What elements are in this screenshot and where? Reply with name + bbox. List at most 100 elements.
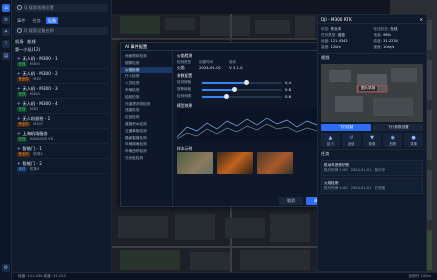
- sample-image[interactable]: [177, 152, 213, 174]
- slider-knob[interactable]: [231, 87, 237, 92]
- device-item[interactable]: ✈ 上海机场服务 在线 HAVASOR V6: [15, 130, 108, 144]
- detection-nav-item[interactable]: 车辆拥堵检测: [121, 141, 172, 148]
- task-meta-item: 执行时间 1:00: [324, 186, 348, 190]
- ai-config-dialog: AI 事件配置 ✕ 地面物体检测烟雾检测火焰检测行人检测人员检测车辆检测船舶检测…: [120, 42, 335, 208]
- video-section-title: 视频: [318, 53, 426, 62]
- control-button[interactable]: ▼ 降落: [362, 133, 382, 147]
- detection-nav: 地面物体检测 烟雾检测 火焰检测 行人检测 人员检测 车辆检测 船舶检测 河道漂浮物检测 违建检…: [121, 51, 173, 208]
- detection-nav-item[interactable]: 车辆违停检测: [121, 148, 172, 155]
- detection-nav-item[interactable]: 火焰检测: [121, 66, 172, 74]
- property-key: 在线状态:: [373, 27, 390, 31]
- device-item[interactable]: ✈ 无人机 - M300 - 2 作业中 M30: [15, 70, 108, 84]
- param-slider[interactable]: [202, 87, 282, 92]
- device-detail-panel: DJI - M300 RTK ✕ 状态: 作业中 在线状态: 在线 任务类型: 巡检…: [317, 14, 427, 272]
- device-item[interactable]: ✈ 无人机 - M300 - 3 在线 M300: [15, 85, 108, 99]
- tab-devices[interactable]: 设备: [45, 16, 59, 24]
- chart-icon[interactable]: ▤: [2, 52, 10, 60]
- group-header[interactable]: 第一小队(12): [15, 47, 108, 53]
- param-slider[interactable]: [202, 80, 282, 85]
- slider-value: 0.6: [285, 94, 292, 99]
- property-key: 电量:: [373, 33, 382, 37]
- device-meta: 作业中 M30T: [17, 122, 106, 127]
- detection-nav-item[interactable]: 路面裂缝检测: [121, 135, 172, 142]
- detection-nav-item[interactable]: 河道漂浮物检测: [121, 101, 172, 108]
- field-value: V 3.1.0: [229, 65, 243, 70]
- video-feed[interactable]: 图片机场: [321, 64, 423, 122]
- cancel-button[interactable]: 取消: [279, 197, 303, 205]
- slider-label: 检测间隔: [177, 94, 191, 98]
- detection-nav-item[interactable]: 船舶检测: [121, 94, 172, 101]
- slider-knob[interactable]: [223, 94, 229, 99]
- device-meta: 在线 M3D: [17, 107, 106, 112]
- close-icon[interactable]: ✕: [419, 15, 423, 23]
- property-key: 经度:: [321, 39, 330, 43]
- field-value: 火焰: [177, 65, 185, 70]
- task-meta-item: 已完成: [374, 186, 386, 190]
- property-value: 31.2234: [383, 39, 398, 43]
- device-panel: Q 搜索地理位置 事件 任务 设备 Q 搜索设备名称 机场 航线 第一小队(12…: [12, 0, 112, 280]
- flight-control-button[interactable]: 飞行控制: [321, 124, 371, 131]
- device-label: 无人机 - M300 - 1: [22, 56, 58, 61]
- property-item: 经度: 121.4342: [321, 39, 371, 44]
- detection-nav-item[interactable]: 道路积水检测: [121, 121, 172, 128]
- device-item[interactable]: ✈ 智能门 - 1 作业中 机场2: [15, 145, 108, 159]
- control-button[interactable]: ◉ 拍照: [383, 133, 403, 147]
- tab-events[interactable]: 事件: [15, 17, 27, 24]
- filter-route[interactable]: 航线: [27, 39, 35, 45]
- param-title: 参数配置: [177, 73, 193, 78]
- device-filter-input[interactable]: Q 搜索设备名称: [15, 27, 108, 35]
- takeoff-icon: ▲: [328, 135, 333, 141]
- task-card[interactable]: 火焰检测 执行时间 1:00 2024-01-01 已完成: [321, 178, 423, 194]
- alert-icon[interactable]: !: [2, 40, 10, 48]
- detection-nav-item[interactable]: 交通事故检测: [121, 128, 172, 135]
- device-item[interactable]: ✈ 无人机 - M300 - 4 在线 M3D: [15, 100, 108, 114]
- device-meta: 在线 HAVASOR V6: [17, 137, 106, 142]
- device-label: 无人机 - M300 - 3: [22, 86, 58, 91]
- detection-nav-item[interactable]: 行人检测: [121, 73, 172, 80]
- settings-icon[interactable]: ⚙: [2, 264, 10, 272]
- property-key: 任务类型:: [321, 33, 337, 37]
- device-model: HAVASOR V6: [29, 137, 53, 141]
- location-search-input[interactable]: Q 搜索地理位置: [15, 4, 108, 12]
- detection-nav-item[interactable]: 垃圾检测: [121, 114, 172, 121]
- param-slider-row: 报警阈值 0.8: [177, 87, 333, 92]
- device-item[interactable]: ✈ 智能门 - 2 离线 机场3: [15, 160, 108, 174]
- tab-tasks[interactable]: 任务: [30, 17, 42, 24]
- param-slider-row: 检测间隔 0.6: [177, 94, 333, 99]
- detection-nav-item[interactable]: 人员检测: [121, 80, 172, 87]
- property-item: 在线状态: 在线: [374, 27, 424, 32]
- drone-icon[interactable]: ✦: [2, 28, 10, 36]
- sample-image[interactable]: [257, 152, 293, 174]
- layers-icon[interactable]: ≡: [2, 16, 10, 24]
- param-slider[interactable]: [202, 94, 282, 99]
- device-item[interactable]: ✈ 无人机巡检 - 1 作业中 M30T: [15, 115, 108, 129]
- sample-image[interactable]: [217, 152, 253, 174]
- land-icon: ▼: [370, 135, 374, 141]
- dialog-header: AI 事件配置 ✕: [121, 43, 334, 51]
- detection-nav-item[interactable]: 烟雾检测: [121, 60, 172, 67]
- slider-knob[interactable]: [243, 80, 249, 85]
- property-item: 状态: 作业中: [321, 27, 371, 32]
- control-button[interactable]: ● 录像: [404, 133, 423, 147]
- device-item[interactable]: ✈ 无人机 - M300 - 1 在线 M300: [15, 55, 108, 69]
- control-label: 返航: [347, 142, 355, 146]
- task-meta-item: 执行中: [374, 168, 386, 172]
- return-icon: ↺: [349, 135, 354, 141]
- detection-nav-item[interactable]: 地面物体检测: [121, 53, 172, 60]
- task-card[interactable]: 机动车违停识别 执行时间 1:00 2024-01-01 执行中: [321, 160, 423, 176]
- property-item: 速度: 10m/s: [374, 45, 424, 50]
- filter-airport[interactable]: 机场: [15, 39, 23, 45]
- detection-nav-item[interactable]: 违建检测: [121, 107, 172, 114]
- control-label: 降落: [368, 142, 376, 146]
- home-icon[interactable]: ⌂: [2, 4, 10, 12]
- control-button[interactable]: ↺ 返航: [341, 133, 361, 147]
- flight-buttons: 飞行控制 飞行参数设置: [321, 124, 423, 131]
- slider-fill: [202, 81, 246, 84]
- detection-nav-item[interactable]: 光伏板检测: [121, 155, 172, 162]
- flight-settings-button[interactable]: 飞行参数设置: [373, 124, 423, 131]
- detection-nav-item[interactable]: 车辆检测: [121, 87, 172, 94]
- task-meta: 执行时间 1:00 2024-01-01 已完成: [324, 186, 420, 191]
- scale-readout: 比例尺 100m: [408, 274, 431, 278]
- device-model: M30T: [33, 122, 44, 126]
- control-button[interactable]: ▲ 起飞: [321, 133, 340, 147]
